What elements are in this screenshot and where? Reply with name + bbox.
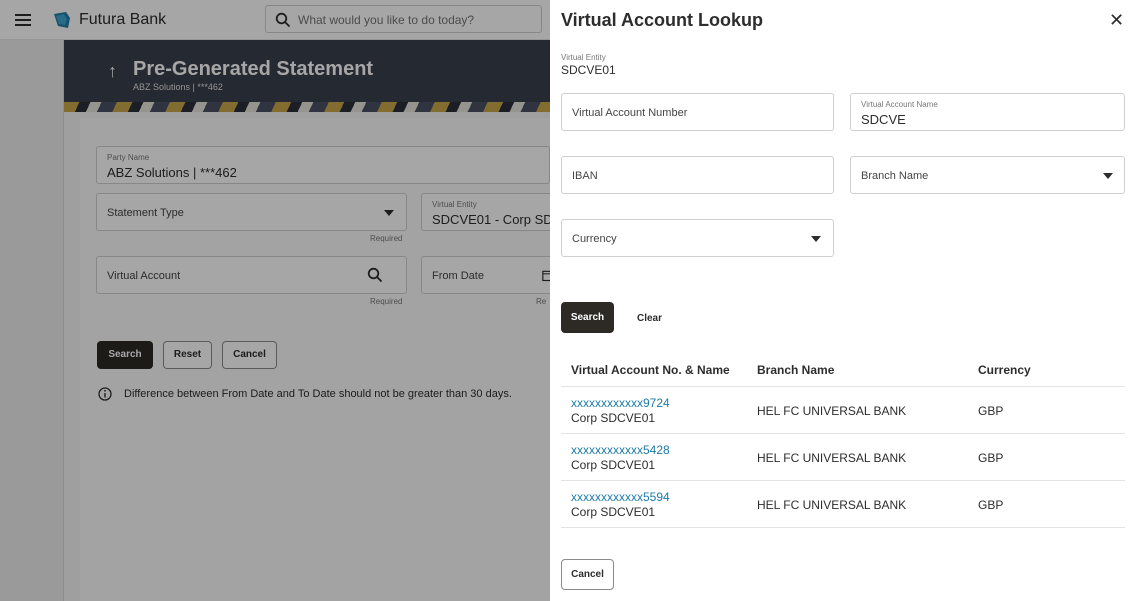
currency-placeholder: Currency bbox=[572, 233, 617, 245]
column-header-branch: Branch Name bbox=[757, 363, 835, 377]
virtual-entity-label: Virtual Entity bbox=[561, 53, 606, 62]
virtual-account-name-label: Virtual Account Name bbox=[861, 100, 938, 109]
panel-title: Virtual Account Lookup bbox=[561, 10, 764, 30]
modal-backdrop[interactable] bbox=[0, 0, 550, 601]
lookup-cancel-button[interactable]: Cancel bbox=[561, 559, 614, 590]
column-header-account: Virtual Account No. & Name bbox=[571, 363, 730, 377]
lookup-clear-button[interactable]: Clear bbox=[637, 313, 662, 324]
account-name: Corp SDCVE01 bbox=[571, 505, 656, 519]
close-icon[interactable]: ✕ bbox=[1109, 10, 1124, 31]
virtual-account-number-placeholder: Virtual Account Number bbox=[572, 107, 688, 119]
currency: GBP bbox=[978, 498, 1004, 512]
lookup-search-button[interactable]: Search bbox=[561, 302, 614, 333]
iban-input[interactable]: IBAN bbox=[561, 156, 834, 194]
account-number-link[interactable]: xxxxxxxxxxxx5428 bbox=[571, 443, 670, 457]
virtual-account-name-value: SDCVE bbox=[861, 112, 906, 127]
branch-name: HEL FC UNIVERSAL BANK bbox=[757, 451, 907, 465]
currency: GBP bbox=[978, 404, 1004, 418]
currency: GBP bbox=[978, 451, 1004, 465]
currency-select[interactable]: Currency bbox=[561, 219, 834, 257]
chevron-down-icon bbox=[811, 236, 821, 242]
branch-name: HEL FC UNIVERSAL BANK bbox=[757, 404, 907, 418]
column-header-currency: Currency bbox=[978, 363, 1031, 377]
account-name: Corp SDCVE01 bbox=[571, 458, 656, 472]
chevron-down-icon bbox=[1103, 173, 1113, 179]
branch-name-placeholder: Branch Name bbox=[861, 170, 929, 182]
table-row[interactable]: xxxxxxxxxxxx5594 Corp SDCVE01 HEL FC UNI… bbox=[561, 481, 1125, 528]
table-row[interactable]: xxxxxxxxxxxx5428 Corp SDCVE01 HEL FC UNI… bbox=[561, 434, 1125, 481]
branch-name: HEL FC UNIVERSAL BANK bbox=[757, 498, 907, 512]
table-row[interactable]: xxxxxxxxxxxx9724 Corp SDCVE01 HEL FC UNI… bbox=[561, 387, 1125, 434]
branch-name-select[interactable]: Branch Name bbox=[850, 156, 1125, 194]
account-number-link[interactable]: xxxxxxxxxxxx9724 bbox=[571, 396, 670, 410]
account-name: Corp SDCVE01 bbox=[571, 411, 656, 425]
virtual-entity-value: SDCVE01 bbox=[561, 63, 616, 77]
virtual-account-name-input[interactable]: Virtual Account Name SDCVE bbox=[850, 93, 1125, 131]
account-number-link[interactable]: xxxxxxxxxxxx5594 bbox=[571, 490, 670, 504]
iban-placeholder: IBAN bbox=[572, 170, 598, 182]
virtual-account-number-input[interactable]: Virtual Account Number bbox=[561, 93, 834, 131]
